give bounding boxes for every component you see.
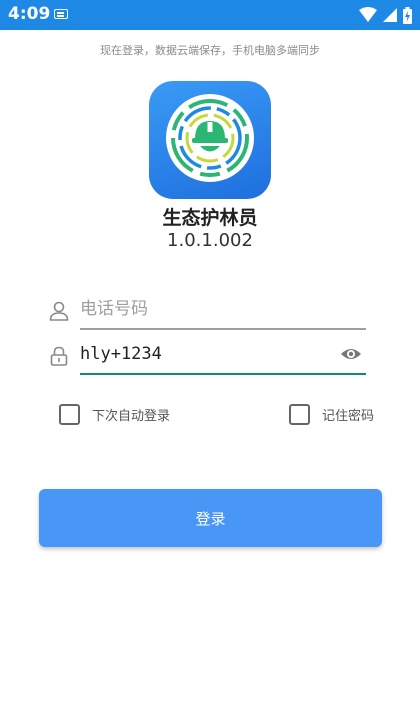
auto-login-label: 下次自动登录 (92, 409, 171, 424)
login-button[interactable]: 登录 (39, 489, 382, 547)
remember-password-option[interactable]: 记住密码 (289, 404, 374, 425)
status-time: 4:09 (8, 4, 51, 24)
auto-login-option[interactable]: 下次自动登录 (59, 404, 170, 425)
forest-ranger-helmet-icon (166, 94, 254, 182)
phone-field (48, 290, 366, 330)
status-icons (359, 6, 412, 24)
user-icon (49, 301, 69, 321)
phone-input[interactable] (80, 294, 334, 324)
login-hint: 现在登录，数据云端保存，手机电脑多端同步 (100, 44, 320, 57)
status-bar: 4:09 (0, 0, 420, 30)
app-name: 生态护林员 (162, 207, 258, 229)
phone-underline (80, 328, 366, 330)
auto-login-checkbox[interactable] (59, 404, 80, 425)
password-field (48, 335, 366, 375)
signal-icon (383, 8, 397, 22)
battery-charging-icon (403, 6, 412, 24)
remember-password-label: 记住密码 (322, 409, 375, 424)
lock-icon (50, 346, 68, 366)
password-underline (80, 373, 366, 375)
eye-icon[interactable] (340, 343, 362, 365)
keyboard-icon (54, 9, 68, 19)
remember-password-checkbox[interactable] (289, 404, 310, 425)
wifi-icon (359, 7, 377, 22)
app-logo (149, 81, 271, 199)
app-version: 1.0.1.002 (167, 230, 253, 251)
password-input[interactable] (80, 339, 334, 369)
